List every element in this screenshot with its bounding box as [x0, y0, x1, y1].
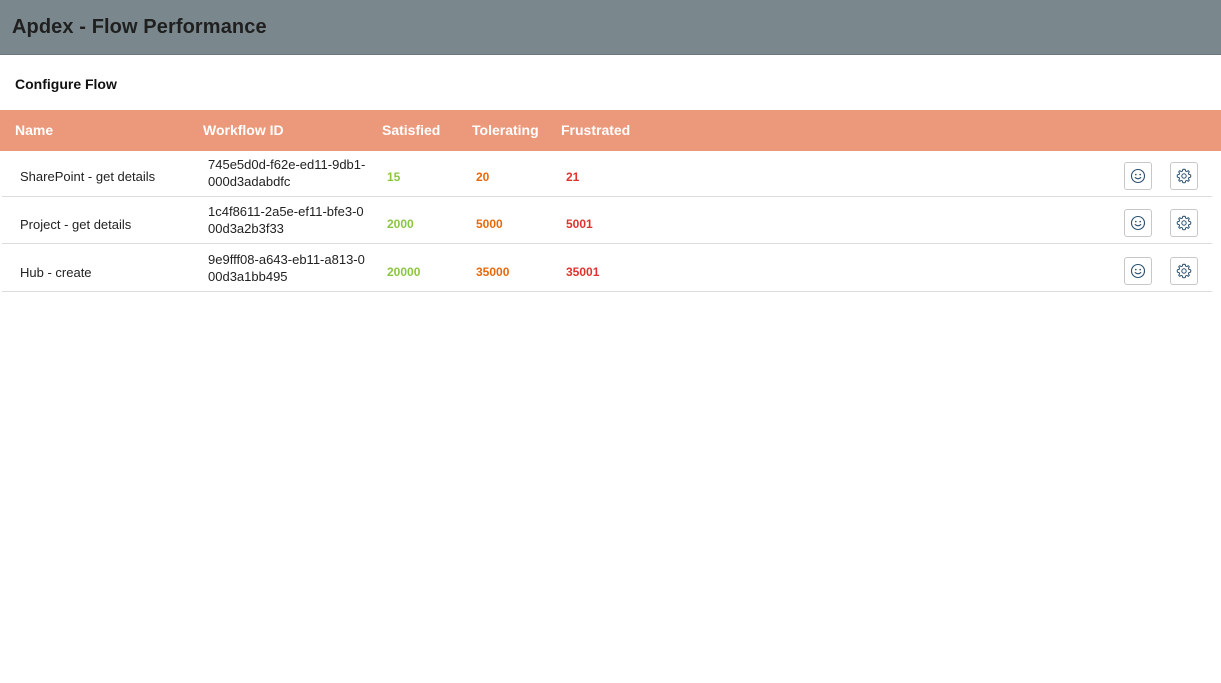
configure-flow-button[interactable] [1170, 257, 1198, 285]
column-header-satisfied: Satisfied [382, 122, 441, 138]
smile-icon [1130, 168, 1146, 184]
page-title: Apdex - Flow Performance [12, 15, 267, 38]
apdex-rating-button[interactable] [1124, 209, 1152, 237]
table-row: SharePoint - get details 745e5d0d-f62e-e… [2, 151, 1212, 197]
frustrated-value: 5001 [566, 217, 593, 231]
table-row: Hub - create 9e9fff08-a643-eb11-a813-000… [2, 244, 1212, 292]
apdex-rating-button[interactable] [1124, 257, 1152, 285]
tolerating-value: 5000 [476, 217, 503, 231]
gear-icon [1176, 263, 1192, 279]
flow-name: SharePoint - get details [20, 169, 156, 184]
frustrated-value: 21 [566, 170, 580, 184]
section-title: Configure Flow [15, 76, 117, 92]
app-header: Apdex - Flow Performance [0, 0, 1221, 55]
tolerating-value: 35000 [476, 265, 510, 279]
column-header-frustrated: Frustrated [561, 122, 631, 138]
apdex-rating-button[interactable] [1124, 162, 1152, 190]
smile-icon [1130, 215, 1146, 231]
configure-flow-button[interactable] [1170, 209, 1198, 237]
gear-icon [1176, 215, 1192, 231]
column-header-workflow-id: Workflow ID [203, 122, 284, 138]
workflow-id: 1c4f8611-2a5e-ef11-bfe3-000d3a2b3f33 [208, 204, 364, 236]
satisfied-value: 20000 [387, 265, 421, 279]
table-row: Project - get details 1c4f8611-2a5e-ef11… [2, 197, 1212, 244]
tolerating-value: 20 [476, 170, 490, 184]
column-header-tolerating: Tolerating [472, 122, 539, 138]
configure-flow-button[interactable] [1170, 162, 1198, 190]
table-header: Name Workflow ID Satisfied Tolerating Fr… [0, 110, 1221, 151]
frustrated-value: 35001 [566, 265, 600, 279]
workflow-id: 745e5d0d-f62e-ed11-9db1-000d3adabdfc [208, 157, 366, 189]
satisfied-value: 15 [387, 170, 401, 184]
workflow-id: 9e9fff08-a643-eb11-a813-000d3a1bb495 [208, 252, 365, 284]
column-header-name: Name [15, 122, 54, 138]
flow-name: Project - get details [20, 217, 132, 232]
smile-icon [1130, 263, 1146, 279]
satisfied-value: 2000 [387, 217, 414, 231]
gear-icon [1176, 168, 1192, 184]
flow-name: Hub - create [20, 265, 92, 280]
